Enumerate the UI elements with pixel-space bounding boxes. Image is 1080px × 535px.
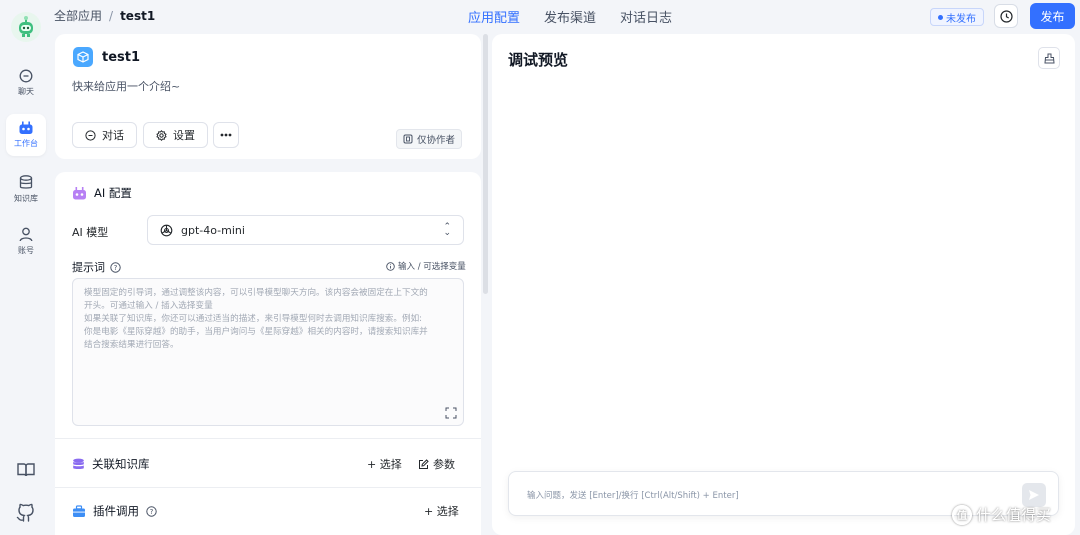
prompt-header: 提示词 ?	[72, 259, 121, 275]
chat-button[interactable]: 对话	[72, 122, 137, 148]
robot-mascot-icon	[19, 16, 33, 37]
chat-input-placeholder: 输入问题，发送 [Enter]/换行 [Ctrl(Alt/Shift) + En…	[527, 491, 739, 501]
edit-icon	[419, 458, 429, 469]
app-info-card: test1 快来给应用一个介绍~ 对话 设置 仅协作者	[55, 34, 481, 159]
app-intro[interactable]: 快来给应用一个介绍~	[72, 78, 180, 94]
broom-icon	[1043, 53, 1055, 63]
publish-button[interactable]: 发布	[1030, 3, 1075, 29]
ai-config-card: AI 配置 AI 模型 gpt-4o-mini ⌃ ⌄ 提示词 ? 输入 / 可选…	[55, 172, 481, 535]
settings-button-label: 设置	[173, 129, 195, 142]
knowledge-title: 关联知识库	[92, 457, 150, 471]
breadcrumb-root[interactable]: 全部应用	[54, 9, 102, 23]
sidebar: 聊天 工作台 知识库 账号	[0, 0, 52, 535]
status-text: 未发布	[946, 13, 976, 25]
user-icon	[19, 227, 33, 241]
prompt-variable-hint-text: 输入 / 可选择变量	[398, 262, 466, 272]
openai-icon	[160, 224, 173, 236]
watermark: 值 什么值得买	[952, 504, 1051, 525]
section-divider	[55, 487, 481, 488]
knowledge-header: 关联知识库	[72, 456, 150, 472]
chat-button-label: 对话	[102, 129, 124, 142]
toolbox-icon	[73, 504, 85, 517]
debug-preview-panel: 调试预览 输入问题，发送 [Enter]/换行 [Ctrl(Alt/Shift)…	[492, 34, 1075, 535]
ai-config-header: AI 配置	[72, 185, 132, 201]
knowledge-params-label: 参数	[433, 458, 455, 471]
robot-icon	[73, 186, 86, 199]
github-link[interactable]	[16, 503, 36, 523]
knowledge-select-button[interactable]: + 选择	[367, 456, 402, 472]
permission-badge-label: 仅协作者	[417, 135, 456, 146]
robot-icon	[19, 121, 33, 134]
plugins-select-button[interactable]: + 选择	[424, 503, 459, 519]
app-name: test1	[102, 50, 141, 65]
watermark-text: 什么值得买	[976, 506, 1052, 524]
sidebar-item-label: 账号	[18, 245, 34, 255]
expand-icon[interactable]	[445, 407, 457, 419]
sidebar-item-chat[interactable]: 聊天	[6, 62, 46, 104]
breadcrumb: 全部应用 / test1	[54, 7, 155, 24]
database-icon	[19, 174, 33, 189]
sidebar-item-label: 工作台	[14, 139, 38, 148]
clear-chat-button[interactable]	[1038, 47, 1060, 69]
prompt-placeholder-line: 模型固定的引导词，通过调整该内容，可以引导模型聊天方向。该内容会被固定在上下文的	[84, 288, 428, 298]
model-label: AI 模型	[72, 226, 109, 239]
prompt-textarea[interactable]: 模型固定的引导词，通过调整该内容，可以引导模型聊天方向。该内容会被固定在上下文的…	[72, 278, 464, 426]
history-button[interactable]	[994, 4, 1018, 28]
app-logo[interactable]	[11, 12, 41, 42]
sidebar-item-workbench[interactable]: 工作台	[6, 114, 46, 156]
tab-publish-channel[interactable]: 发布渠道	[544, 7, 596, 26]
chevron-updown-icon: ⌃ ⌄	[443, 222, 451, 238]
tab-app-config[interactable]: 应用配置	[468, 7, 520, 26]
prompt-placeholder-line: 如果关联了知识库，你还可以通过适当的描述，来引导模型何时去调用知识库搜索。例如:	[84, 314, 423, 324]
sidebar-item-label: 聊天	[18, 87, 34, 96]
cube-icon	[77, 51, 89, 63]
model-select-value: gpt-4o-mini	[181, 223, 245, 237]
plugins-title: 插件调用	[93, 504, 139, 518]
chat-bubble-icon	[19, 69, 33, 83]
chat-bubble-icon	[85, 129, 96, 141]
ellipsis-icon	[220, 133, 232, 137]
breadcrumb-separator: /	[109, 9, 114, 23]
status-badge: 未发布	[930, 8, 984, 26]
github-icon	[16, 503, 34, 522]
prompt-placeholder-line: 开头。可通过输入 / 插入选择变量	[84, 301, 213, 311]
app-icon	[73, 47, 93, 67]
help-icon[interactable]: ?	[146, 505, 157, 517]
send-icon	[1029, 490, 1039, 500]
knowledge-params-button[interactable]: 参数	[418, 456, 455, 472]
docs-link[interactable]	[16, 460, 36, 480]
permission-badge: 仅协作者	[396, 129, 463, 149]
lock-icon	[403, 134, 413, 144]
tab-chat-logs[interactable]: 对话日志	[620, 7, 672, 26]
svg-text:?: ?	[150, 508, 154, 516]
sidebar-item-knowledge[interactable]: 知识库	[6, 168, 46, 210]
plugins-header: 插件调用 ?	[72, 503, 157, 519]
more-button[interactable]	[213, 122, 239, 148]
settings-button[interactable]: 设置	[143, 122, 208, 148]
section-divider	[55, 438, 481, 439]
top-bar: 全部应用 / test1 应用配置 发布渠道 对话日志 未发布 发布	[52, 0, 1080, 32]
sidebar-item-label: 知识库	[14, 193, 38, 203]
book-icon	[17, 463, 35, 477]
prompt-label: 提示词	[72, 261, 105, 274]
config-scrollbar[interactable]	[483, 34, 488, 294]
tab-bar: 应用配置 发布渠道 对话日志	[468, 7, 672, 26]
ai-config-title: AI 配置	[94, 186, 132, 200]
prompt-placeholder-line: 结合搜索结果进行回答。	[84, 340, 179, 350]
prompt-variable-hint: 输入 / 可选择变量	[386, 260, 466, 272]
info-icon	[386, 261, 395, 271]
breadcrumb-current: test1	[120, 9, 156, 23]
status-dot	[938, 14, 943, 20]
gear-icon	[156, 129, 167, 141]
preview-title: 调试预览	[508, 51, 569, 69]
help-icon[interactable]: ?	[110, 261, 121, 273]
svg-text:?: ?	[114, 264, 118, 272]
clock-icon	[999, 9, 1013, 23]
model-select[interactable]: gpt-4o-mini ⌃ ⌄	[147, 215, 464, 245]
watermark-badge: 值	[952, 504, 972, 525]
sidebar-item-account[interactable]: 账号	[6, 220, 46, 262]
prompt-placeholder-line: 你是电影《星际穿越》的助手，当用户询问与《星际穿越》相关的内容时，请搜索知识库并	[84, 327, 428, 337]
database-icon	[73, 458, 84, 469]
